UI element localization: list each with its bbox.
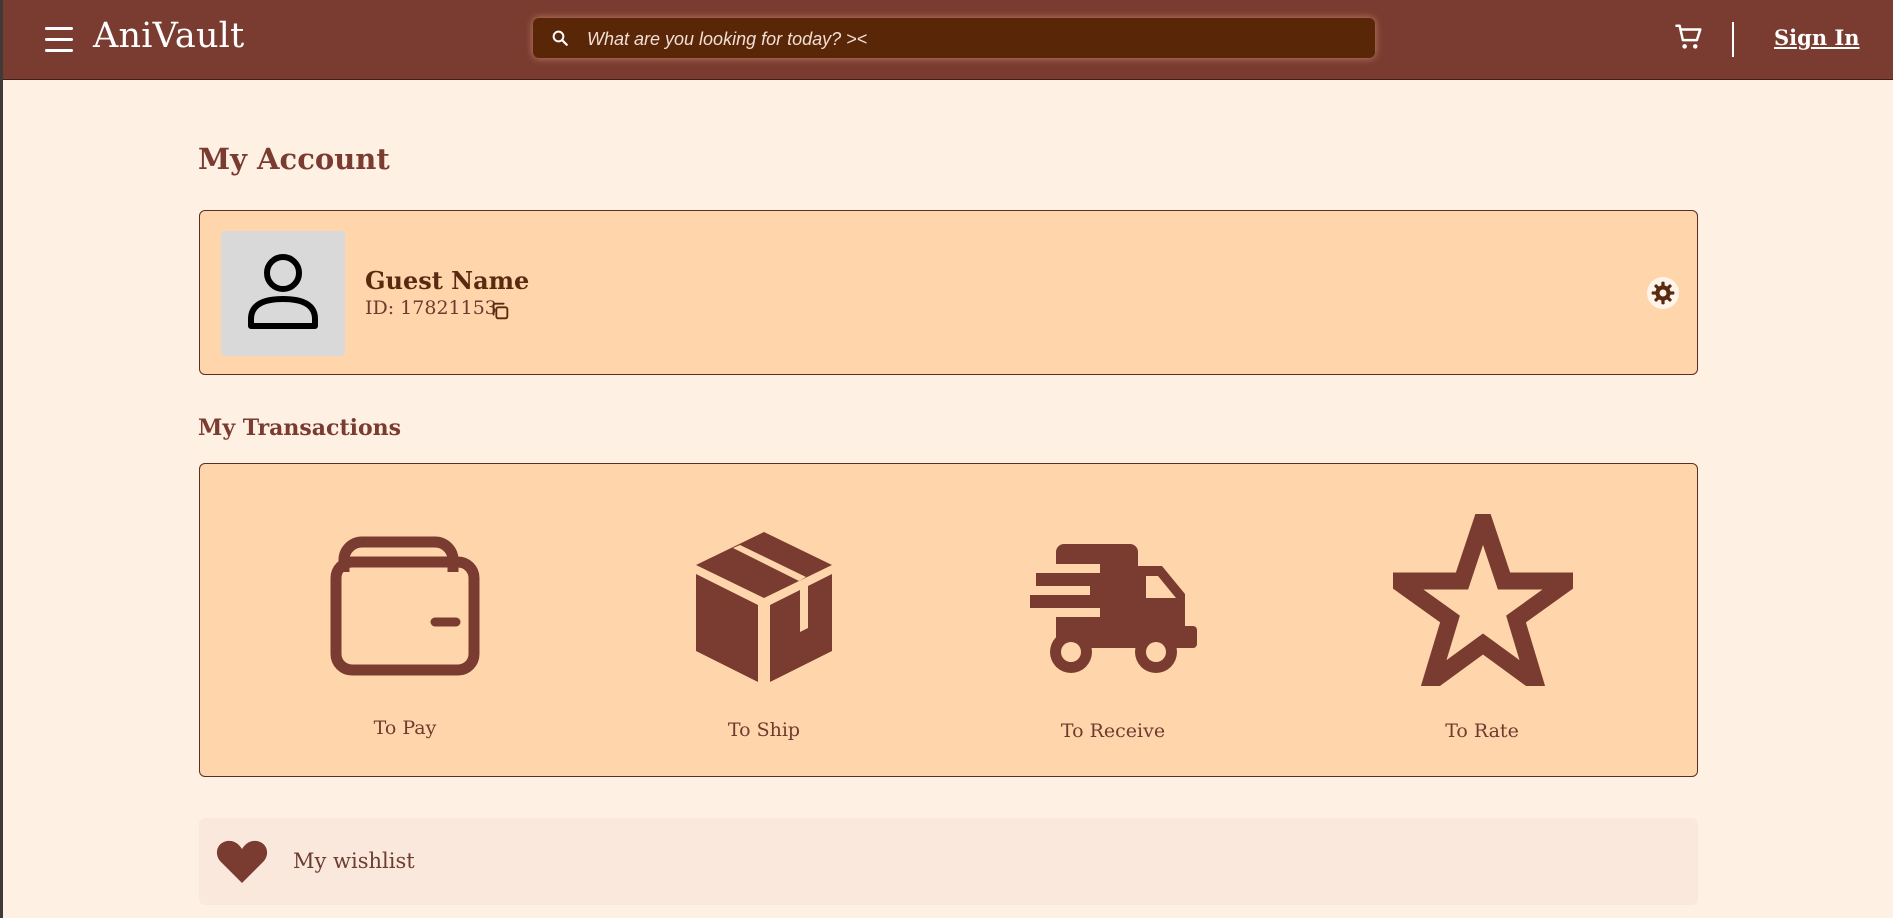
search-input[interactable] (585, 18, 1359, 60)
transactions-title: My Transactions (198, 415, 402, 441)
transactions-card: To Pay To Ship To Receive To Rate (199, 463, 1698, 777)
profile-id: ID: 17821153 (365, 297, 497, 319)
transaction-to-pay[interactable]: To Pay (330, 532, 490, 752)
profile-name: Guest Name (365, 266, 530, 295)
header-divider (1732, 22, 1734, 57)
transaction-label: To Rate (1445, 720, 1519, 742)
transaction-label: To Pay (373, 717, 437, 739)
sign-in-link[interactable]: Sign In (1774, 25, 1860, 50)
user-icon (248, 254, 318, 329)
wallet-icon (330, 536, 480, 676)
transaction-to-ship[interactable]: To Ship (694, 530, 844, 752)
transaction-label: To Ship (727, 719, 801, 741)
star-icon (1393, 514, 1573, 686)
window-edge (0, 0, 3, 918)
search-icon (552, 30, 568, 46)
search-bar[interactable] (533, 18, 1375, 60)
cart-icon[interactable] (1674, 22, 1704, 52)
transaction-to-receive[interactable]: To Receive (1030, 542, 1200, 752)
transaction-to-rate[interactable]: To Rate (1393, 514, 1573, 752)
page-title: My Account (198, 142, 390, 176)
heart-icon (216, 840, 268, 883)
wishlist-row[interactable]: My wishlist (199, 818, 1698, 905)
avatar[interactable] (221, 231, 345, 356)
truck-icon (1030, 544, 1197, 673)
wishlist-label: My wishlist (293, 849, 415, 873)
top-navbar: AniVault Sign In (3, 0, 1893, 80)
settings-gear-icon[interactable] (1647, 277, 1679, 309)
hamburger-menu-icon[interactable] (45, 27, 75, 53)
brand-logo[interactable]: AniVault (93, 16, 244, 56)
copy-icon[interactable] (489, 300, 511, 322)
profile-card: Guest Name ID: 17821153 (199, 210, 1698, 375)
transaction-label: To Receive (1060, 720, 1166, 742)
box-icon (696, 532, 832, 682)
